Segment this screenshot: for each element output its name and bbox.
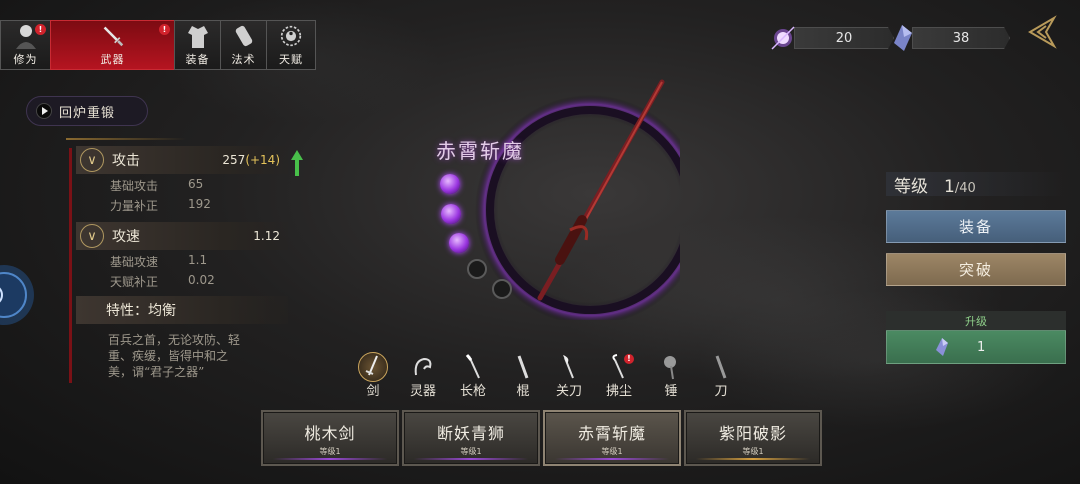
rarity-line bbox=[696, 458, 810, 460]
weapon-name: 赤霄斩魔 bbox=[436, 139, 524, 163]
category-staff[interactable]: 棍 bbox=[502, 352, 544, 400]
attack-value: 257(+14) bbox=[222, 153, 280, 167]
guandao-icon bbox=[554, 352, 584, 382]
crystal-icon bbox=[894, 25, 912, 51]
weapon-artwork bbox=[475, 79, 680, 320]
star-orb-filled bbox=[441, 204, 461, 224]
talent-bonus-row: 天赋补正 0.02 bbox=[110, 273, 215, 289]
strength-bonus-row: 力量补正 192 bbox=[110, 197, 211, 213]
alert-badge: ! bbox=[624, 354, 634, 364]
saber-icon bbox=[706, 352, 736, 382]
increase-arrow-icon bbox=[291, 150, 303, 176]
upgrade-label: 升级 bbox=[886, 311, 1066, 330]
category-spear[interactable]: 长枪 bbox=[452, 352, 494, 400]
tab-talent[interactable]: 天赋 bbox=[266, 20, 316, 70]
tab-spells[interactable]: 法术 bbox=[220, 20, 266, 70]
attack-stat-header[interactable]: ∨ 攻击 257(+14) bbox=[76, 146, 288, 174]
orb-count: 20 bbox=[794, 27, 894, 49]
star-orb-empty bbox=[467, 259, 487, 279]
tab-cultivation[interactable]: 修为 ! bbox=[0, 20, 50, 70]
panel-accent-line bbox=[69, 148, 72, 383]
tab-weapon[interactable]: 武器 ! bbox=[50, 20, 174, 70]
purple-orb-icon bbox=[771, 26, 795, 50]
spear-icon bbox=[458, 352, 488, 382]
chevron-down-icon: ∨ bbox=[80, 224, 104, 248]
menu-emblem-icon[interactable] bbox=[1024, 14, 1058, 50]
weapon-card[interactable]: 紫阳破影 等级1 bbox=[684, 410, 822, 466]
star-orb-filled bbox=[449, 233, 469, 253]
speed-stat-header[interactable]: ∨ 攻速 1.12 bbox=[76, 222, 288, 250]
orb-currency: 20 bbox=[768, 26, 894, 50]
sword-icon bbox=[102, 23, 124, 49]
category-spirit-artifact[interactable]: 灵器 bbox=[402, 352, 444, 400]
base-speed-row: 基础攻速 1.1 bbox=[110, 253, 208, 269]
rarity-line bbox=[273, 458, 387, 460]
crystal-icon bbox=[936, 338, 948, 356]
star-orb-empty bbox=[492, 279, 512, 299]
staff-icon bbox=[508, 352, 538, 382]
category-hammer[interactable]: 锤 bbox=[650, 352, 692, 400]
cultivator-portrait-icon bbox=[15, 23, 37, 49]
sword-category-icon bbox=[358, 352, 388, 382]
equip-button[interactable]: 装备 bbox=[886, 210, 1066, 243]
upgrade-button[interactable]: 1 bbox=[886, 330, 1066, 364]
weapon-card[interactable]: 断妖青狮 等级1 bbox=[402, 410, 540, 466]
top-tab-bar: 修为 ! 武器 ! 装备 法术 天赋 bbox=[0, 20, 316, 70]
spirit-artifact-icon bbox=[408, 352, 438, 382]
crystal-currency: 38 bbox=[890, 25, 1010, 51]
panel-divider bbox=[66, 138, 186, 140]
rarity-line bbox=[414, 458, 528, 460]
base-attack-row: 基础攻击 65 bbox=[110, 177, 204, 193]
play-icon bbox=[36, 103, 52, 119]
taiji-icon bbox=[280, 23, 302, 49]
crystal-count: 38 bbox=[912, 27, 1010, 49]
category-sword[interactable]: 剑 bbox=[352, 352, 394, 400]
robe-icon bbox=[187, 23, 209, 49]
weapon-card-selected[interactable]: 赤霄斩魔 等级1 bbox=[543, 410, 681, 466]
alert-badge: ! bbox=[35, 24, 46, 35]
trait-header: 特性：均衡 bbox=[76, 296, 288, 324]
category-whisk[interactable]: 拂尘 ! bbox=[598, 352, 640, 400]
star-orb-filled bbox=[440, 174, 460, 194]
category-guandao[interactable]: 关刀 bbox=[548, 352, 590, 400]
level-display: 等级 1 /40 bbox=[886, 172, 1066, 197]
trait-description: 百兵之首，无论攻防、轻重、疾缓，皆得中和之美，谓“君子之器” bbox=[108, 333, 241, 379]
chevron-down-icon: ∨ bbox=[80, 148, 104, 172]
side-collapse-button[interactable] bbox=[0, 262, 38, 328]
reforge-button[interactable]: 回炉重锻 bbox=[26, 96, 148, 126]
breakthrough-button[interactable]: 突破 bbox=[886, 253, 1066, 286]
scroll-icon bbox=[233, 23, 255, 49]
alert-badge: ! bbox=[159, 24, 170, 35]
weapon-card[interactable]: 桃木剑 等级1 bbox=[261, 410, 399, 466]
rarity-line bbox=[555, 458, 669, 460]
tab-equipment[interactable]: 装备 bbox=[174, 20, 220, 70]
hammer-icon bbox=[656, 352, 686, 382]
weapon-category-bar: 剑 灵器 长枪 棍 关刀 拂尘 ! 锤 刀 bbox=[352, 352, 742, 400]
category-saber[interactable]: 刀 bbox=[700, 352, 742, 400]
